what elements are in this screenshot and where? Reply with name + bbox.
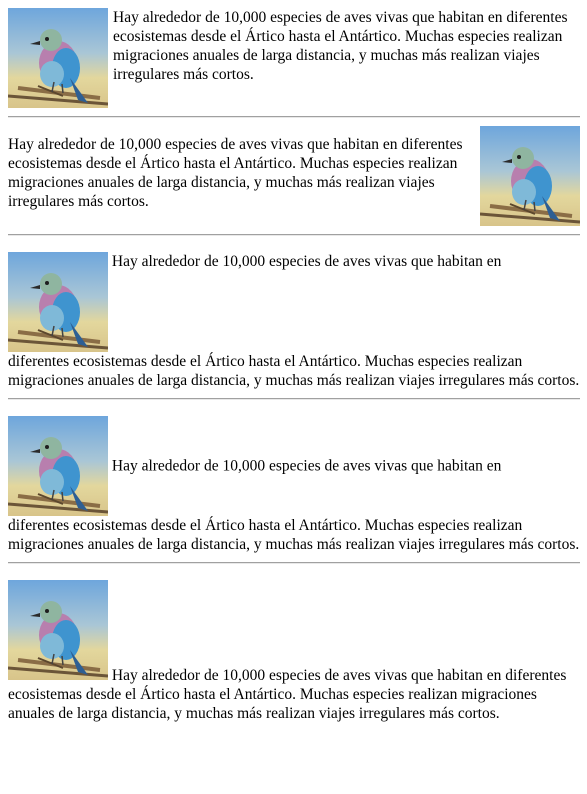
paragraph-with-inline-image: Hay alrededor de 10,000 especies de aves… — [8, 580, 580, 723]
section-inline-middle: Hay alrededor de 10,000 especies de aves… — [8, 416, 580, 554]
section-inline-top: Hay alrededor de 10,000 especies de aves… — [8, 252, 580, 390]
bird-image-graphic — [8, 580, 108, 680]
paragraph-line1: Hay alrededor de 10,000 especies de aves… — [111, 253, 502, 270]
bird-image — [480, 126, 580, 226]
bird-image-graphic — [480, 126, 580, 226]
divider — [8, 398, 580, 400]
bird-image — [8, 580, 108, 680]
bird-image-graphic — [8, 252, 108, 352]
bird-image-graphic — [8, 8, 108, 108]
section-inline-baseline: Hay alrededor de 10,000 especies de aves… — [8, 580, 580, 723]
paragraph-with-inline-image: Hay alrededor de 10,000 especies de aves… — [8, 416, 580, 554]
bird-image — [8, 416, 108, 516]
section-float-right: Hay alrededor de 10,000 especies de aves… — [8, 126, 580, 226]
bird-image — [8, 252, 108, 352]
bird-image-graphic — [8, 416, 108, 516]
divider — [8, 562, 580, 564]
divider — [8, 116, 580, 118]
paragraph-with-inline-image: Hay alrededor de 10,000 especies de aves… — [8, 252, 580, 390]
divider — [8, 234, 580, 236]
paragraph-line1: Hay alrededor de 10,000 especies de aves… — [111, 457, 502, 475]
paragraph-rest: diferentes ecosistemas desde el Ártico h… — [8, 517, 580, 553]
section-float-left: Hay alrededor de 10,000 especies de aves… — [8, 8, 580, 108]
page: Hay alrededor de 10,000 especies de aves… — [0, 0, 587, 723]
bird-image — [8, 8, 108, 108]
paragraph-rest: diferentes ecosistemas desde el Ártico h… — [8, 353, 580, 389]
